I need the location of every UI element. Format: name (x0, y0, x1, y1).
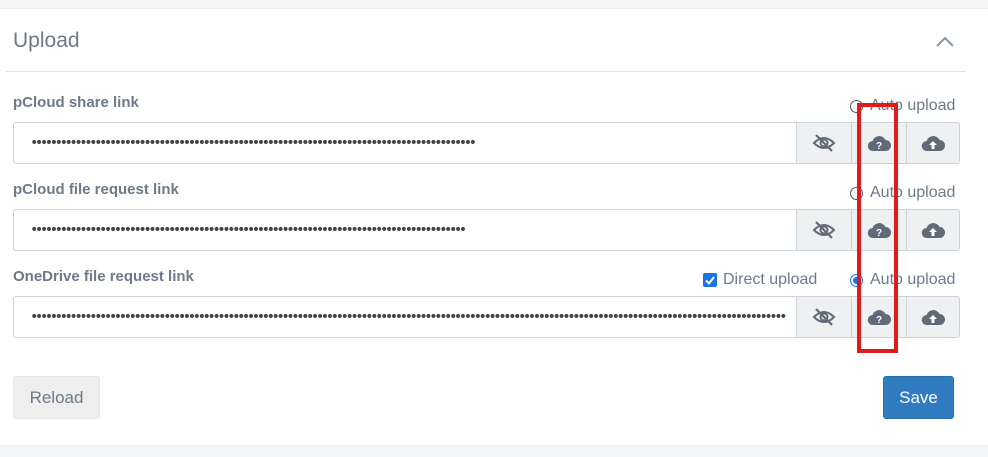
onedrive-file-request-link-input[interactable] (13, 296, 797, 338)
pcloud-file-request-link-row: ? (13, 209, 960, 251)
toggle-visibility-button-3[interactable] (796, 296, 852, 338)
checkmark-icon (705, 276, 715, 286)
direct-upload-checkbox[interactable] (703, 273, 717, 287)
cloud-upload-icon (921, 223, 945, 239)
link-status-button-2[interactable]: ? (851, 209, 907, 251)
eye-off-icon (812, 221, 836, 239)
auto-upload-option-3[interactable]: Auto upload (850, 271, 955, 289)
auto-upload-label-2: Auto upload (870, 184, 956, 201)
auto-upload-option-2[interactable]: Auto upload (850, 184, 955, 202)
pcloud-share-link-row: ? (13, 122, 960, 164)
toggle-visibility-button-2[interactable] (796, 209, 852, 251)
auto-upload-label-1: Auto upload (870, 97, 956, 114)
cloud-question-icon: ? (867, 223, 891, 239)
chevron-up-icon[interactable] (935, 34, 955, 48)
link-status-button-1[interactable]: ? (851, 122, 907, 164)
direct-upload-label: Direct upload (723, 271, 818, 288)
pcloud-share-link-label: pCloud share link (13, 94, 139, 111)
eye-off-icon (812, 134, 836, 152)
upload-button-3[interactable] (906, 296, 960, 338)
auto-upload-radio-1[interactable] (850, 99, 863, 113)
auto-upload-radio-3[interactable] (850, 273, 863, 287)
auto-upload-label-3: Auto upload (870, 271, 956, 288)
auto-upload-option-1[interactable]: Auto upload (850, 97, 955, 115)
onedrive-file-request-link-label: OneDrive file request link (13, 268, 194, 285)
svg-text:?: ? (876, 141, 882, 152)
onedrive-file-request-link-row: ? (13, 296, 960, 338)
upload-button-2[interactable] (906, 209, 960, 251)
link-status-button-3[interactable]: ? (851, 296, 907, 338)
reload-button[interactable]: Reload (13, 376, 100, 419)
panel-title: Upload (13, 29, 80, 52)
eye-off-icon (812, 308, 836, 326)
panel-header[interactable]: Upload (6, 9, 966, 72)
pcloud-file-request-link-label: pCloud file request link (13, 181, 179, 198)
cloud-question-icon: ? (867, 136, 891, 152)
svg-text:?: ? (876, 228, 882, 239)
upload-button-1[interactable] (906, 122, 960, 164)
cloud-upload-icon (921, 136, 945, 152)
direct-upload-option[interactable]: Direct upload (703, 271, 817, 289)
pcloud-share-link-input[interactable] (13, 122, 797, 164)
save-button[interactable]: Save (883, 376, 954, 419)
auto-upload-radio-2[interactable] (850, 186, 863, 200)
toggle-visibility-button-1[interactable] (796, 122, 852, 164)
pcloud-file-request-link-input[interactable] (13, 209, 797, 251)
cloud-upload-icon (921, 310, 945, 326)
svg-text:?: ? (876, 315, 882, 326)
cloud-question-icon: ? (867, 310, 891, 326)
